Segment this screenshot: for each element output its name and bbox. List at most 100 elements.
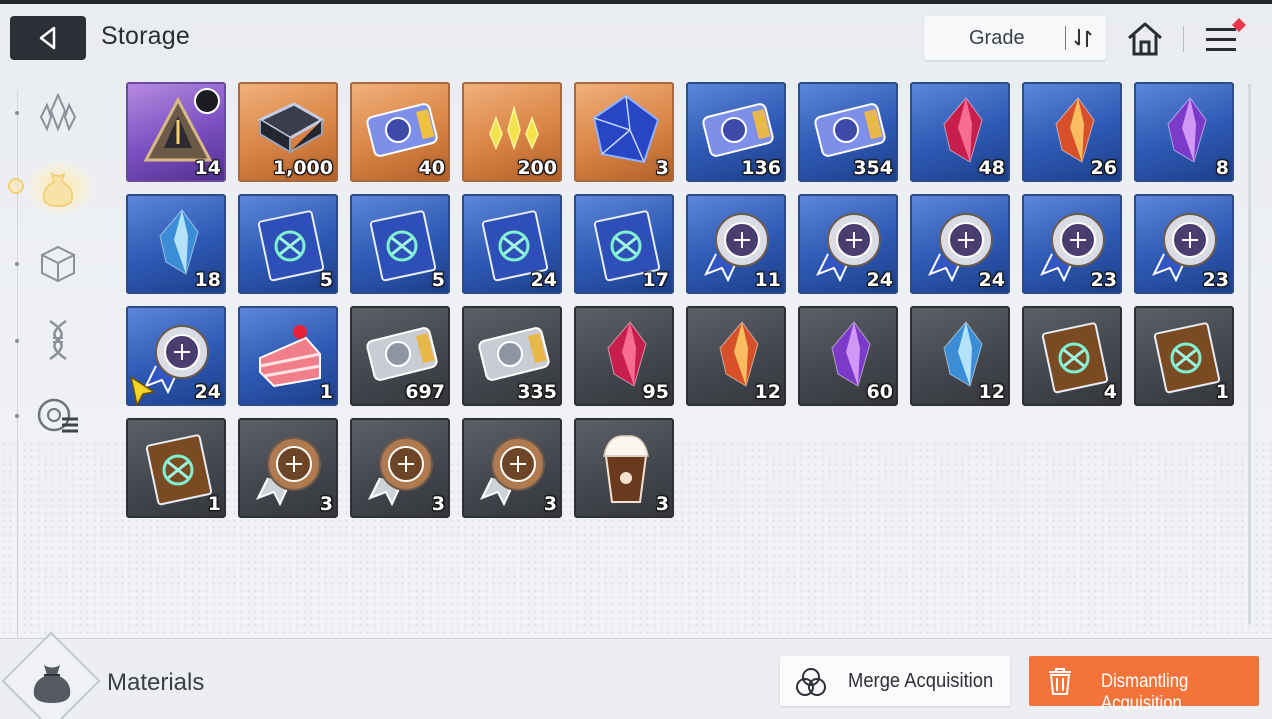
item-tile[interactable]: 40 (350, 82, 450, 182)
item-tile[interactable]: 354 (798, 82, 898, 182)
item-count: 1 (1215, 381, 1229, 403)
item-tile[interactable]: 12 (686, 306, 786, 406)
item-tile[interactable]: 12 (910, 306, 1010, 406)
item-tile[interactable]: 1,000 (238, 82, 338, 182)
item-tile[interactable]: 3 (574, 418, 674, 518)
item-count: 26 (1090, 157, 1117, 179)
item-count: 8 (1215, 157, 1229, 179)
item-count: 3 (431, 493, 445, 515)
hamburger-menu-icon[interactable] (1204, 16, 1250, 58)
item-count: 5 (431, 269, 445, 291)
item-tile[interactable]: 11 (686, 194, 786, 294)
item-tile[interactable]: 23 (1022, 194, 1122, 294)
item-tile[interactable]: 95 (574, 306, 674, 406)
item-tile[interactable]: 1 (126, 418, 226, 518)
grid-scrollbar[interactable] (1248, 84, 1251, 624)
item-tile[interactable]: 24 (798, 194, 898, 294)
item-tile[interactable]: 3 (238, 418, 338, 518)
item-tile[interactable]: 5 (350, 194, 450, 294)
item-count: 3 (543, 493, 557, 515)
item-count: 200 (517, 157, 557, 179)
item-count: 4 (1103, 381, 1117, 403)
item-tile[interactable]: 3 (574, 82, 674, 182)
sidebar-item-other[interactable] (36, 394, 80, 438)
item-count: 12 (754, 381, 781, 403)
frappe-drink-icon (603, 435, 649, 503)
item-count: 24 (194, 381, 221, 403)
item-tile[interactable]: 136 (686, 82, 786, 182)
item-count: 23 (1202, 269, 1229, 291)
timer-badge-icon (194, 88, 220, 114)
item-tile[interactable]: 24 (462, 194, 562, 294)
back-button[interactable] (10, 16, 86, 60)
merge-acquisition-button[interactable]: Merge Acquisition (780, 656, 1010, 706)
item-tile[interactable]: 23 (1134, 194, 1234, 294)
item-tile[interactable]: 18 (126, 194, 226, 294)
bronze-orb-medal-icon (479, 437, 545, 506)
item-tile[interactable]: 697 (350, 306, 450, 406)
item-tile[interactable]: 60 (798, 306, 898, 406)
item-count: 23 (1090, 269, 1117, 291)
item-tile[interactable]: 200 (462, 82, 562, 182)
sort-divider (1065, 26, 1066, 50)
category-label: Materials (107, 669, 205, 696)
item-tile[interactable]: 3 (350, 418, 450, 518)
item-count: 136 (741, 157, 781, 179)
sidebar-dot (15, 339, 19, 343)
item-count: 1 (207, 493, 221, 515)
eye-tome-icon (1041, 322, 1109, 394)
item-tile[interactable]: 4 (1022, 306, 1122, 406)
item-tile[interactable]: 8 (1134, 82, 1234, 182)
active-category-marker (8, 178, 24, 194)
item-tile[interactable]: 335 (462, 306, 562, 406)
item-tile[interactable]: 1 (238, 306, 338, 406)
item-tile[interactable]: 1 (1134, 306, 1234, 406)
shield-book-icon (369, 210, 437, 282)
item-tile[interactable]: 3 (462, 418, 562, 518)
sidebar-item-materials[interactable] (36, 166, 80, 210)
sword-book-icon (257, 210, 325, 282)
pointer-cursor-icon (130, 376, 155, 406)
dismantling-acquisition-button[interactable]: Dismantling Acquisition (1029, 656, 1259, 714)
dna-icon (49, 319, 67, 361)
sort-order-icon[interactable] (1071, 25, 1097, 51)
item-tile[interactable]: 26 (1022, 82, 1122, 182)
item-count: 24 (866, 269, 893, 291)
dismantling-acquisition-label: Dismantling Acquisition (1101, 671, 1189, 714)
bolt-tome-icon (145, 434, 213, 506)
item-count: 3 (655, 493, 669, 515)
item-tile[interactable]: 5 (238, 194, 338, 294)
item-count: 1 (319, 381, 333, 403)
item-count: 3 (319, 493, 333, 515)
sidebar-item-crystal[interactable] (36, 90, 80, 134)
wing-tome-icon (1153, 322, 1221, 394)
blue-cube-crystal-icon (592, 94, 660, 164)
item-tile[interactable]: 17 (574, 194, 674, 294)
item-count: 48 (978, 157, 1005, 179)
sidebar-item-gene[interactable] (36, 318, 80, 362)
sidebar-dot (15, 414, 19, 418)
back-arrow-icon (39, 26, 56, 50)
item-count: 95 (642, 381, 669, 403)
bronze-shield-medal-icon (255, 437, 321, 506)
merge-circles-icon (796, 668, 826, 696)
item-count: 5 (319, 269, 333, 291)
item-count: 12 (978, 381, 1005, 403)
item-tile[interactable]: 48 (910, 82, 1010, 182)
crystal-icon (39, 92, 77, 132)
cake-slice-icon (259, 325, 321, 388)
item-count: 18 (194, 269, 221, 291)
sidebar-item-box[interactable] (36, 242, 80, 286)
item-count: 17 (642, 269, 669, 291)
pouch-icon (42, 172, 74, 207)
item-count: 60 (866, 381, 893, 403)
sort-dropdown[interactable]: Grade (924, 16, 1106, 60)
home-icon[interactable] (1125, 20, 1165, 58)
item-tile[interactable]: 14 (126, 82, 226, 182)
bronze-target-medal-icon (367, 437, 433, 506)
page-title: Storage (101, 22, 190, 50)
sidebar-dot (15, 262, 19, 266)
item-tile[interactable]: 24 (910, 194, 1010, 294)
cube-icon (41, 245, 75, 283)
header-divider (1183, 26, 1184, 52)
